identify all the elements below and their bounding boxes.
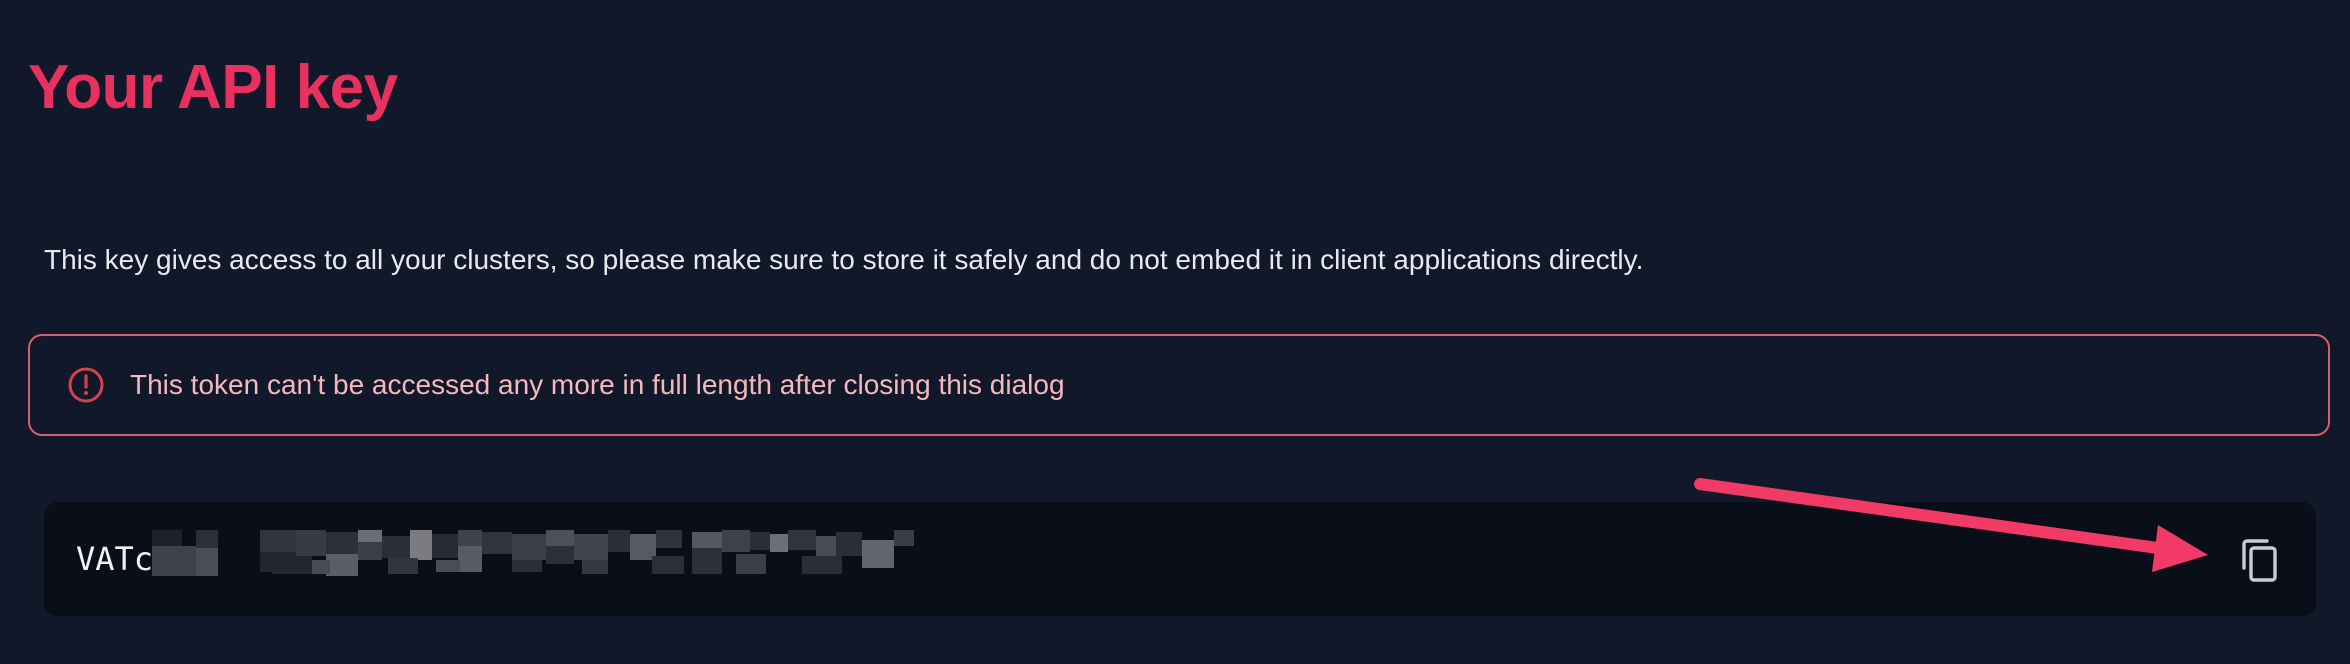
api-key-dialog: Your API key This key gives access to al…	[0, 0, 2350, 664]
warning-alert: This token can't be accessed any more in…	[28, 334, 2330, 436]
exclamation-circle-icon	[68, 367, 104, 403]
warning-text: This token can't be accessed any more in…	[130, 369, 1065, 400]
copy-icon[interactable]	[2234, 534, 2286, 586]
description-text: This key gives access to all your cluste…	[44, 244, 1644, 275]
page-title: Your API key	[28, 53, 398, 122]
api-key-field[interactable]: VATc	[44, 502, 2316, 616]
redacted-key-pixelation	[152, 530, 914, 576]
api-key-prefix: VATc	[76, 540, 154, 578]
